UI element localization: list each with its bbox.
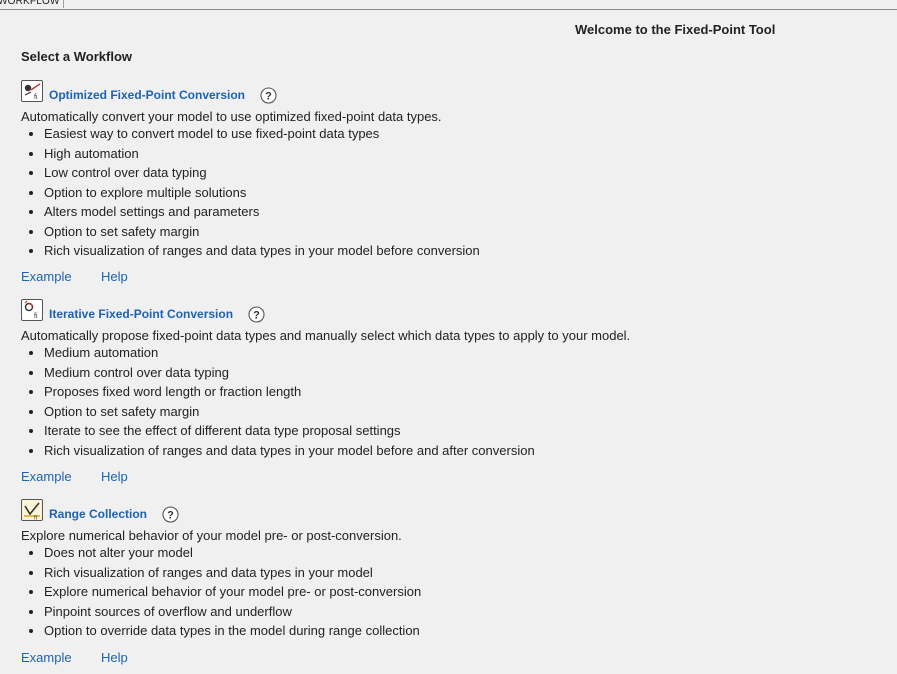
feature-list: Easiest way to convert model to use fixe…: [21, 124, 480, 261]
list-item: Option to explore multiple solutions: [44, 183, 480, 203]
list-item: Iterate to see the effect of different d…: [44, 421, 535, 441]
help-icon[interactable]: ?: [162, 506, 179, 523]
welcome-heading: Welcome to the Fixed-Point Tool: [575, 22, 776, 37]
list-item: Option to set safety margin: [44, 222, 480, 242]
list-item: Option to override data types in the mod…: [44, 621, 421, 641]
help-icon[interactable]: ?: [260, 87, 277, 104]
range-collection-link[interactable]: Range Collection: [49, 507, 147, 521]
workflow-range-collection: fi Range Collection ? Explore numerical …: [21, 499, 881, 665]
example-link[interactable]: Example: [21, 469, 72, 484]
help-link[interactable]: Help: [101, 650, 128, 665]
iterative-conversion-link[interactable]: Iterative Fixed-Point Conversion: [49, 307, 233, 321]
section-description: Automatically convert your model to use …: [21, 109, 442, 124]
list-item: Rich visualization of ranges and data ty…: [44, 441, 535, 461]
list-item: Easiest way to convert model to use fixe…: [44, 124, 480, 144]
svg-text:?: ?: [167, 510, 174, 522]
workflow-iterative: fi Iterative Fixed-Point Conversion ? Au…: [21, 299, 881, 484]
svg-text:fi: fi: [34, 516, 37, 521]
list-item: Option to set safety margin: [44, 402, 535, 422]
help-link[interactable]: Help: [101, 469, 128, 484]
feature-list: Does not alter your model Rich visualiza…: [21, 543, 421, 641]
list-item: Pinpoint sources of overflow and underfl…: [44, 602, 421, 622]
list-item: Proposes fixed word length or fraction l…: [44, 382, 535, 402]
workflow-optimized: fi Optimized Fixed-Point Conversion ? Au…: [21, 80, 881, 284]
help-link[interactable]: Help: [101, 269, 128, 284]
svg-text:?: ?: [253, 310, 260, 322]
svg-text:?: ?: [265, 91, 272, 103]
optimized-conversion-icon: fi: [21, 80, 43, 102]
svg-text:fi: fi: [34, 313, 38, 320]
list-item: Rich visualization of ranges and data ty…: [44, 563, 421, 583]
example-link[interactable]: Example: [21, 650, 72, 665]
iterative-conversion-icon: fi: [21, 299, 43, 321]
example-link[interactable]: Example: [21, 269, 72, 284]
list-item: Explore numerical behavior of your model…: [44, 582, 421, 602]
tab-bar: WORKFLOW: [0, 0, 897, 10]
select-workflow-heading: Select a Workflow: [21, 49, 133, 64]
tab-workflow[interactable]: WORKFLOW: [0, 0, 64, 8]
section-description: Explore numerical behavior of your model…: [21, 528, 402, 543]
list-item: Low control over data typing: [44, 163, 480, 183]
feature-list: Medium automation Medium control over da…: [21, 343, 535, 460]
list-item: Rich visualization of ranges and data ty…: [44, 241, 480, 261]
help-icon[interactable]: ?: [248, 306, 265, 323]
list-item: Alters model settings and parameters: [44, 202, 480, 222]
section-description: Automatically propose fixed-point data t…: [21, 328, 631, 343]
list-item: High automation: [44, 144, 480, 164]
range-collection-icon: fi: [21, 499, 43, 522]
optimized-conversion-link[interactable]: Optimized Fixed-Point Conversion: [49, 88, 245, 102]
list-item: Medium automation: [44, 343, 535, 363]
list-item: Medium control over data typing: [44, 363, 535, 383]
list-item: Does not alter your model: [44, 543, 421, 563]
svg-text:fi: fi: [34, 94, 38, 101]
